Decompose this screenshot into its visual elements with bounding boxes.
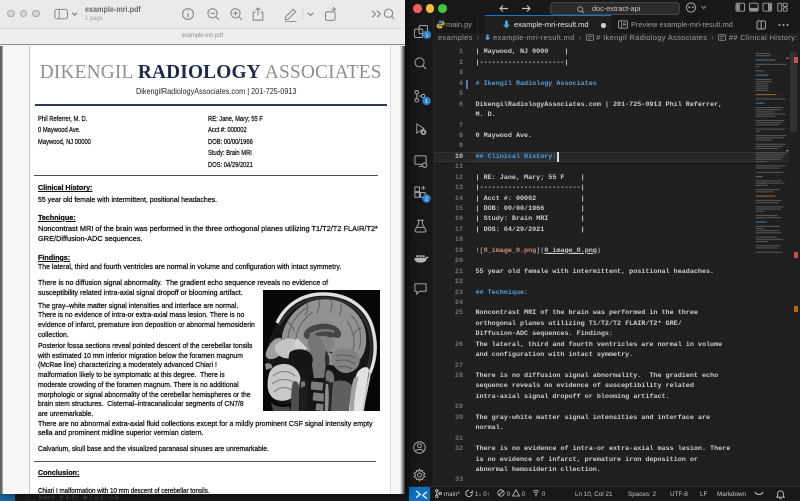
- svg-text:1: 1: [425, 33, 428, 39]
